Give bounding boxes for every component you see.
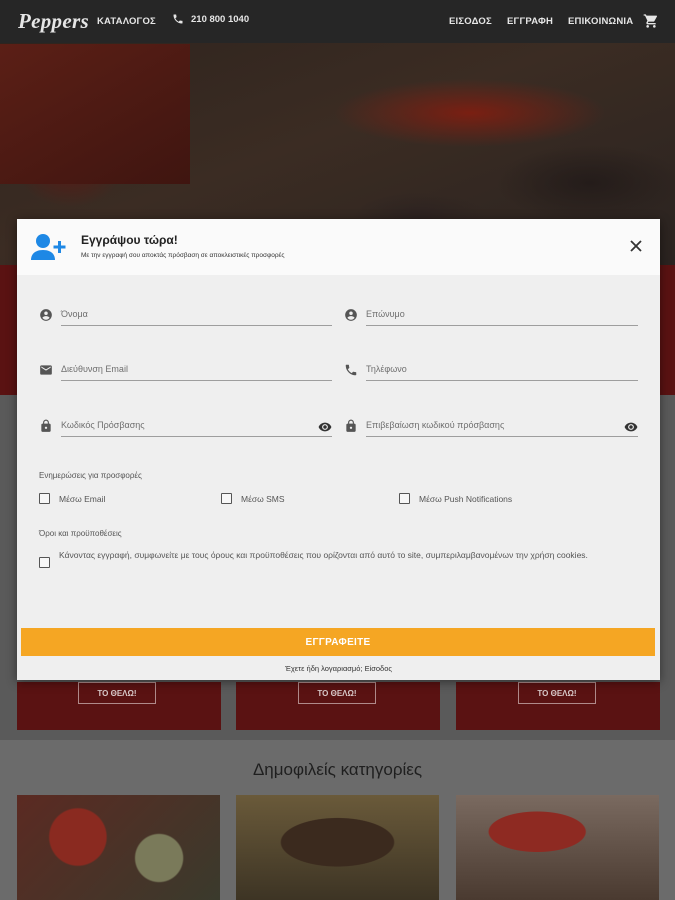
nav-catalog[interactable]: ΚΑΤΑΛΟΓΟΣ [97,16,156,27]
notify-email-label: Μέσω Email [59,493,106,504]
field-underline [61,380,332,381]
nav-login[interactable]: ΕΙΣΟΔΟΣ [449,16,492,27]
notify-push-label: Μέσω Push Notifications [419,493,513,504]
first-name-field[interactable]: Όνομα [39,304,332,326]
notify-push-checkbox[interactable]: Μέσω Push Notifications [399,493,512,504]
eye-icon[interactable] [318,420,332,434]
email-placeholder: Διεύθυνση Email [61,364,128,374]
checkbox-icon[interactable] [39,493,50,504]
nav-contact[interactable]: ΕΠΙΚΟΙΝΩΝΙΑ [568,16,633,27]
notify-sms-checkbox[interactable]: Μέσω SMS [221,493,285,504]
register-submit-button[interactable]: ΕΓΓΡΑΦΕΙΤΕ [21,628,655,656]
checkbox-icon[interactable] [39,557,50,568]
lock-icon [41,419,51,432]
eye-icon[interactable] [624,420,638,434]
login-link[interactable]: Έχετε ήδη λογαριασμό; Είσοδος [17,664,660,673]
offer-card-button[interactable]: ΤΟ ΘΕΛΩ! [78,682,156,704]
phone-field[interactable]: Τηλέφωνο [344,359,638,381]
popular-categories-title: Δημοφιλείς κατηγορίες [252,760,423,779]
person-icon [345,309,357,321]
lock-icon [346,419,356,432]
first-name-placeholder: Όνομα [61,309,88,319]
field-underline [366,325,638,326]
email-field[interactable]: Διεύθυνση Email [39,359,332,381]
password-placeholder: Κωδικός Πρόσβασης [61,420,145,430]
register-modal: Εγγράψου τώρα! Με την εγγραφή σου αποκτά… [17,219,660,680]
nav-phone[interactable]: 210 800 1040 [172,13,249,25]
cart-icon [643,14,657,28]
modal-title: Εγγράψου τώρα! [81,233,178,247]
checkbox-icon[interactable] [221,493,232,504]
field-underline [61,325,332,326]
notify-label: Ενημερώσεις για προσφορές [39,471,142,480]
field-underline [61,436,332,437]
password-confirm-field[interactable]: Επιβεβαίωση κωδικού πρόσβασης [344,415,638,437]
notify-sms-label: Μέσω SMS [241,493,285,504]
phone-number: 210 800 1040 [191,13,250,25]
password-confirm-placeholder: Επιβεβαίωση κωδικού πρόσβασης [366,420,505,430]
close-icon[interactable] [629,239,643,253]
password-field[interactable]: Κωδικός Πρόσβασης [39,415,332,437]
category-thumbnail[interactable] [236,795,439,900]
last-name-placeholder: Επώνυμο [366,309,405,319]
cart-button[interactable] [643,13,659,34]
last-name-field[interactable]: Επώνυμο [344,304,638,326]
phone-placeholder: Τηλέφωνο [366,364,407,374]
terms-label: Όροι και προϋποθέσεις [39,529,122,538]
email-icon [40,365,52,375]
top-navbar: Peppers ΚΑΤΑΛΟΓΟΣ 210 800 1040 ΕΙΣΟΔΟΣ Ε… [0,0,675,43]
nav-register[interactable]: ΕΓΓΡΑΦΗ [507,16,553,27]
modal-header: Εγγράψου τώρα! Με την εγγραφή σου αποκτά… [17,219,660,275]
hero-image-detail [0,44,190,184]
phone-icon [345,364,357,376]
category-thumbnail[interactable] [17,795,220,900]
offer-card-button[interactable]: ΤΟ ΘΕΛΩ! [298,682,376,704]
checkbox-icon[interactable] [399,493,410,504]
logo[interactable]: Peppers [18,9,89,34]
phone-icon [173,14,183,24]
notify-email-checkbox[interactable]: Μέσω Email [39,493,105,504]
modal-subtitle: Με την εγγραφή σου αποκτάς πρόσβαση σε α… [81,252,285,259]
terms-text: Κάνοντας εγγραφή, συμφωνείτε με τους όρο… [59,550,588,560]
person-icon [40,309,52,321]
category-thumbnail[interactable] [456,795,659,900]
field-underline [366,380,638,381]
field-underline [366,436,638,437]
offer-card-button[interactable]: ΤΟ ΘΕΛΩ! [518,682,596,704]
user-add-icon [31,234,66,260]
